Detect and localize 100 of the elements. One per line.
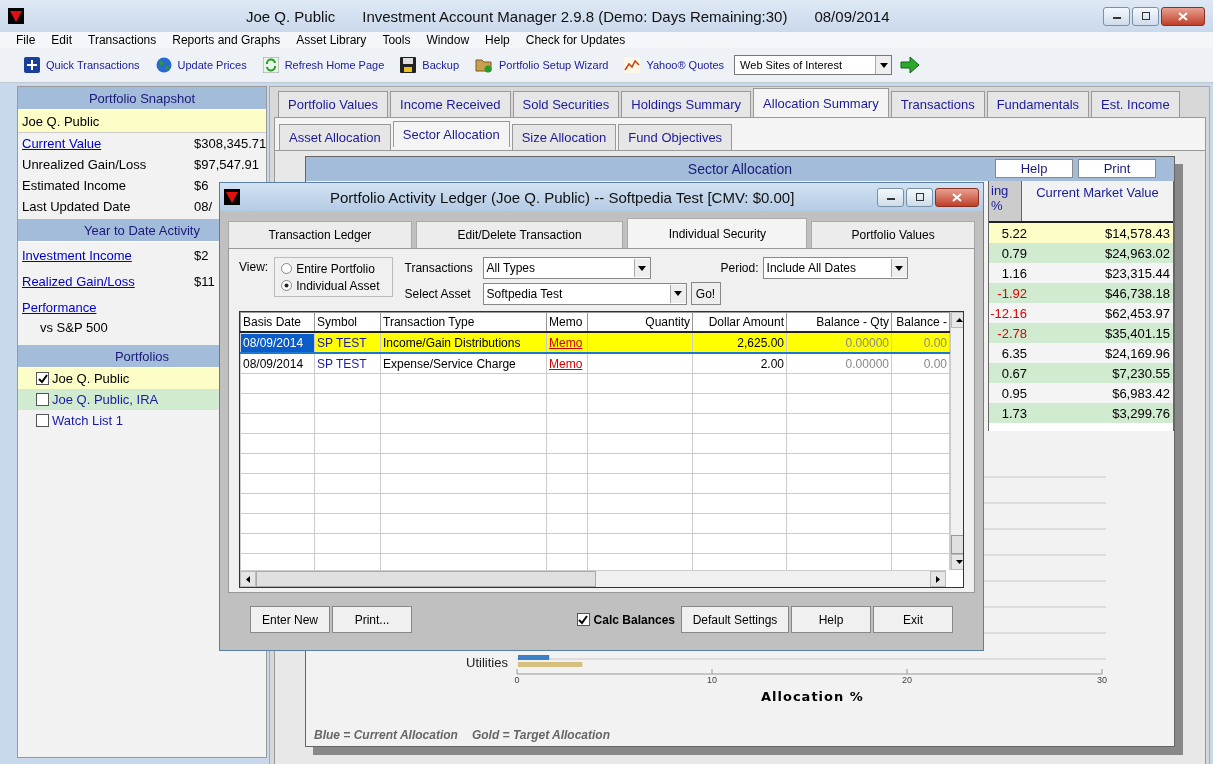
toolbar-button[interactable]: Yahoo® Quotes [624, 57, 725, 73]
table-cell: SP TEST [317, 335, 367, 350]
menu-item[interactable]: Window [418, 33, 478, 47]
value-link[interactable]: Performance [22, 300, 97, 317]
dialog-button[interactable]: Exit [873, 606, 953, 633]
table-cell-text: $7,230.55 [1111, 365, 1171, 381]
go-button[interactable]: Go! [690, 282, 721, 305]
menu-item[interactable]: File [8, 33, 44, 47]
websites-dropdown[interactable]: Web Sites of Interest [734, 55, 893, 75]
field-label: Select Asset [404, 286, 472, 301]
radio-button[interactable]: Entire Portfolio [281, 261, 380, 276]
caret-icon [638, 265, 647, 271]
empty-cell [546, 413, 588, 434]
app-title: Investment Account Manager 2.9.8 (Demo: Days Remaining:30) [362, 7, 788, 25]
toolbar-button[interactable]: Update Prices [155, 57, 247, 73]
toolbar-button[interactable]: Refresh Home Page [262, 57, 385, 73]
empty-cell [546, 493, 588, 514]
close-icon [952, 192, 962, 202]
table-cell-text: -2.78 [996, 325, 1027, 341]
radio-button[interactable]: Individual Asset [281, 278, 380, 293]
menu-item[interactable]: Help [477, 33, 518, 47]
tab[interactable]: Asset Allocation [279, 124, 391, 150]
vertical-scrollbar[interactable] [950, 312, 963, 570]
period-dropdown[interactable]: Include All Dates [762, 257, 908, 279]
dialog-title: Portfolio Activity Ledger (Joe Q. Public) -- Softpedia Test [CMV: $0.00] [330, 188, 795, 206]
minimize-button[interactable] [877, 187, 904, 207]
toolbar-button[interactable]: Portfolio Setup Wizard [475, 57, 609, 73]
checkbox[interactable] [36, 393, 49, 406]
axis-title: Allocation % [761, 689, 864, 704]
table-cell-text: $24,963.02 [1103, 245, 1171, 261]
plus-icon [24, 57, 40, 73]
scroll-thumb[interactable] [256, 571, 596, 587]
empty-cell [891, 413, 950, 434]
menu-item[interactable]: Reports and Graphs [164, 33, 289, 47]
tab[interactable]: Income Received [390, 91, 511, 117]
tick-label: 20 [902, 675, 912, 685]
tab[interactable]: Allocation Summary [753, 88, 889, 117]
check-icon [578, 614, 589, 625]
table-cell-text: $3,299.76 [1111, 405, 1171, 421]
tab[interactable]: Portfolio Values [278, 91, 389, 117]
value-label: Unrealized Gain/Loss [22, 157, 147, 172]
panel-button[interactable]: Help [995, 159, 1073, 178]
dialog-button[interactable]: Default Settings [681, 606, 789, 633]
close-button[interactable] [935, 187, 979, 207]
window-date: 08/09/2014 [814, 7, 890, 25]
tab[interactable]: Size Allocation [511, 124, 617, 150]
toolbar-button[interactable]: Backup [400, 57, 459, 73]
tab[interactable]: Transactions [890, 91, 985, 117]
menu-item[interactable]: Tools [374, 33, 419, 47]
menu-item[interactable]: Transactions [80, 33, 165, 47]
value-link[interactable]: Realized Gain/Loss [22, 274, 135, 291]
dialog-button[interactable]: Help [791, 606, 871, 633]
value-amount: $11 [194, 274, 215, 291]
empty-cell [891, 473, 950, 494]
transactions-dropdown[interactable]: All Types [482, 257, 651, 279]
value-link[interactable]: Current Value [22, 136, 102, 151]
maximize-icon [914, 193, 925, 201]
menu-item[interactable]: Check for Updates [517, 33, 634, 47]
table-cell: 2.00 [760, 356, 784, 371]
tab[interactable]: Sector Allocation [392, 121, 510, 147]
panel-button[interactable]: Print [1078, 159, 1156, 178]
toolbar-button[interactable]: Quick Transactions [24, 57, 140, 73]
asset-dropdown[interactable]: Softpedia Test [482, 282, 687, 305]
dialog-button[interactable]: Enter New [250, 606, 330, 633]
tab[interactable]: Fund Objectives [618, 124, 733, 150]
empty-cell [891, 433, 950, 454]
tab[interactable]: Est. Income [1091, 91, 1180, 117]
calc-balances-checkbox[interactable]: Calc Balances [576, 612, 675, 627]
arrow-up-icon [955, 318, 963, 322]
table-cell-text: $24,169.96 [1103, 345, 1171, 361]
maximize-button[interactable] [906, 187, 933, 207]
maximize-button[interactable] [1132, 6, 1159, 26]
scroll-thumb[interactable] [951, 535, 963, 554]
checkbox[interactable] [36, 414, 49, 427]
tab[interactable]: Transaction Ledger [228, 221, 412, 248]
table-cell: SP TEST [317, 356, 367, 371]
dialog-button[interactable]: Print... [332, 606, 412, 633]
menu-item[interactable]: Edit [43, 33, 81, 47]
close-button[interactable] [1161, 6, 1205, 26]
tab[interactable]: Fundamentals [986, 91, 1090, 117]
minimize-button[interactable] [1103, 6, 1130, 26]
tab[interactable]: Edit/Delete Transaction [415, 221, 624, 248]
tab[interactable]: Individual Security [627, 218, 808, 248]
menu-item[interactable]: Asset Library [288, 33, 375, 47]
table-cell-text: 6.35 [1000, 345, 1027, 361]
empty-cell [314, 533, 381, 554]
arrow-right-icon [936, 575, 940, 583]
table-cell-text: 0.79 [1000, 245, 1027, 261]
table-cell: 0.00 [923, 356, 947, 371]
table-cell-text: $14,578.43 [1103, 225, 1171, 241]
table-cell-text: 1.16 [1000, 265, 1027, 281]
arrow-right-icon[interactable] [900, 56, 921, 74]
tab[interactable]: Holdings Summary [621, 91, 752, 117]
value-link[interactable]: Investment Income [22, 248, 132, 265]
portfolio-item[interactable]: Watch List 1 [18, 410, 266, 431]
tab[interactable]: Portfolio Values [811, 221, 975, 248]
table-cell: 08/09/2014 [241, 333, 314, 352]
checkbox[interactable] [36, 372, 49, 385]
tab[interactable]: Sold Securities [512, 91, 620, 117]
horizontal-scrollbar[interactable] [240, 570, 946, 587]
